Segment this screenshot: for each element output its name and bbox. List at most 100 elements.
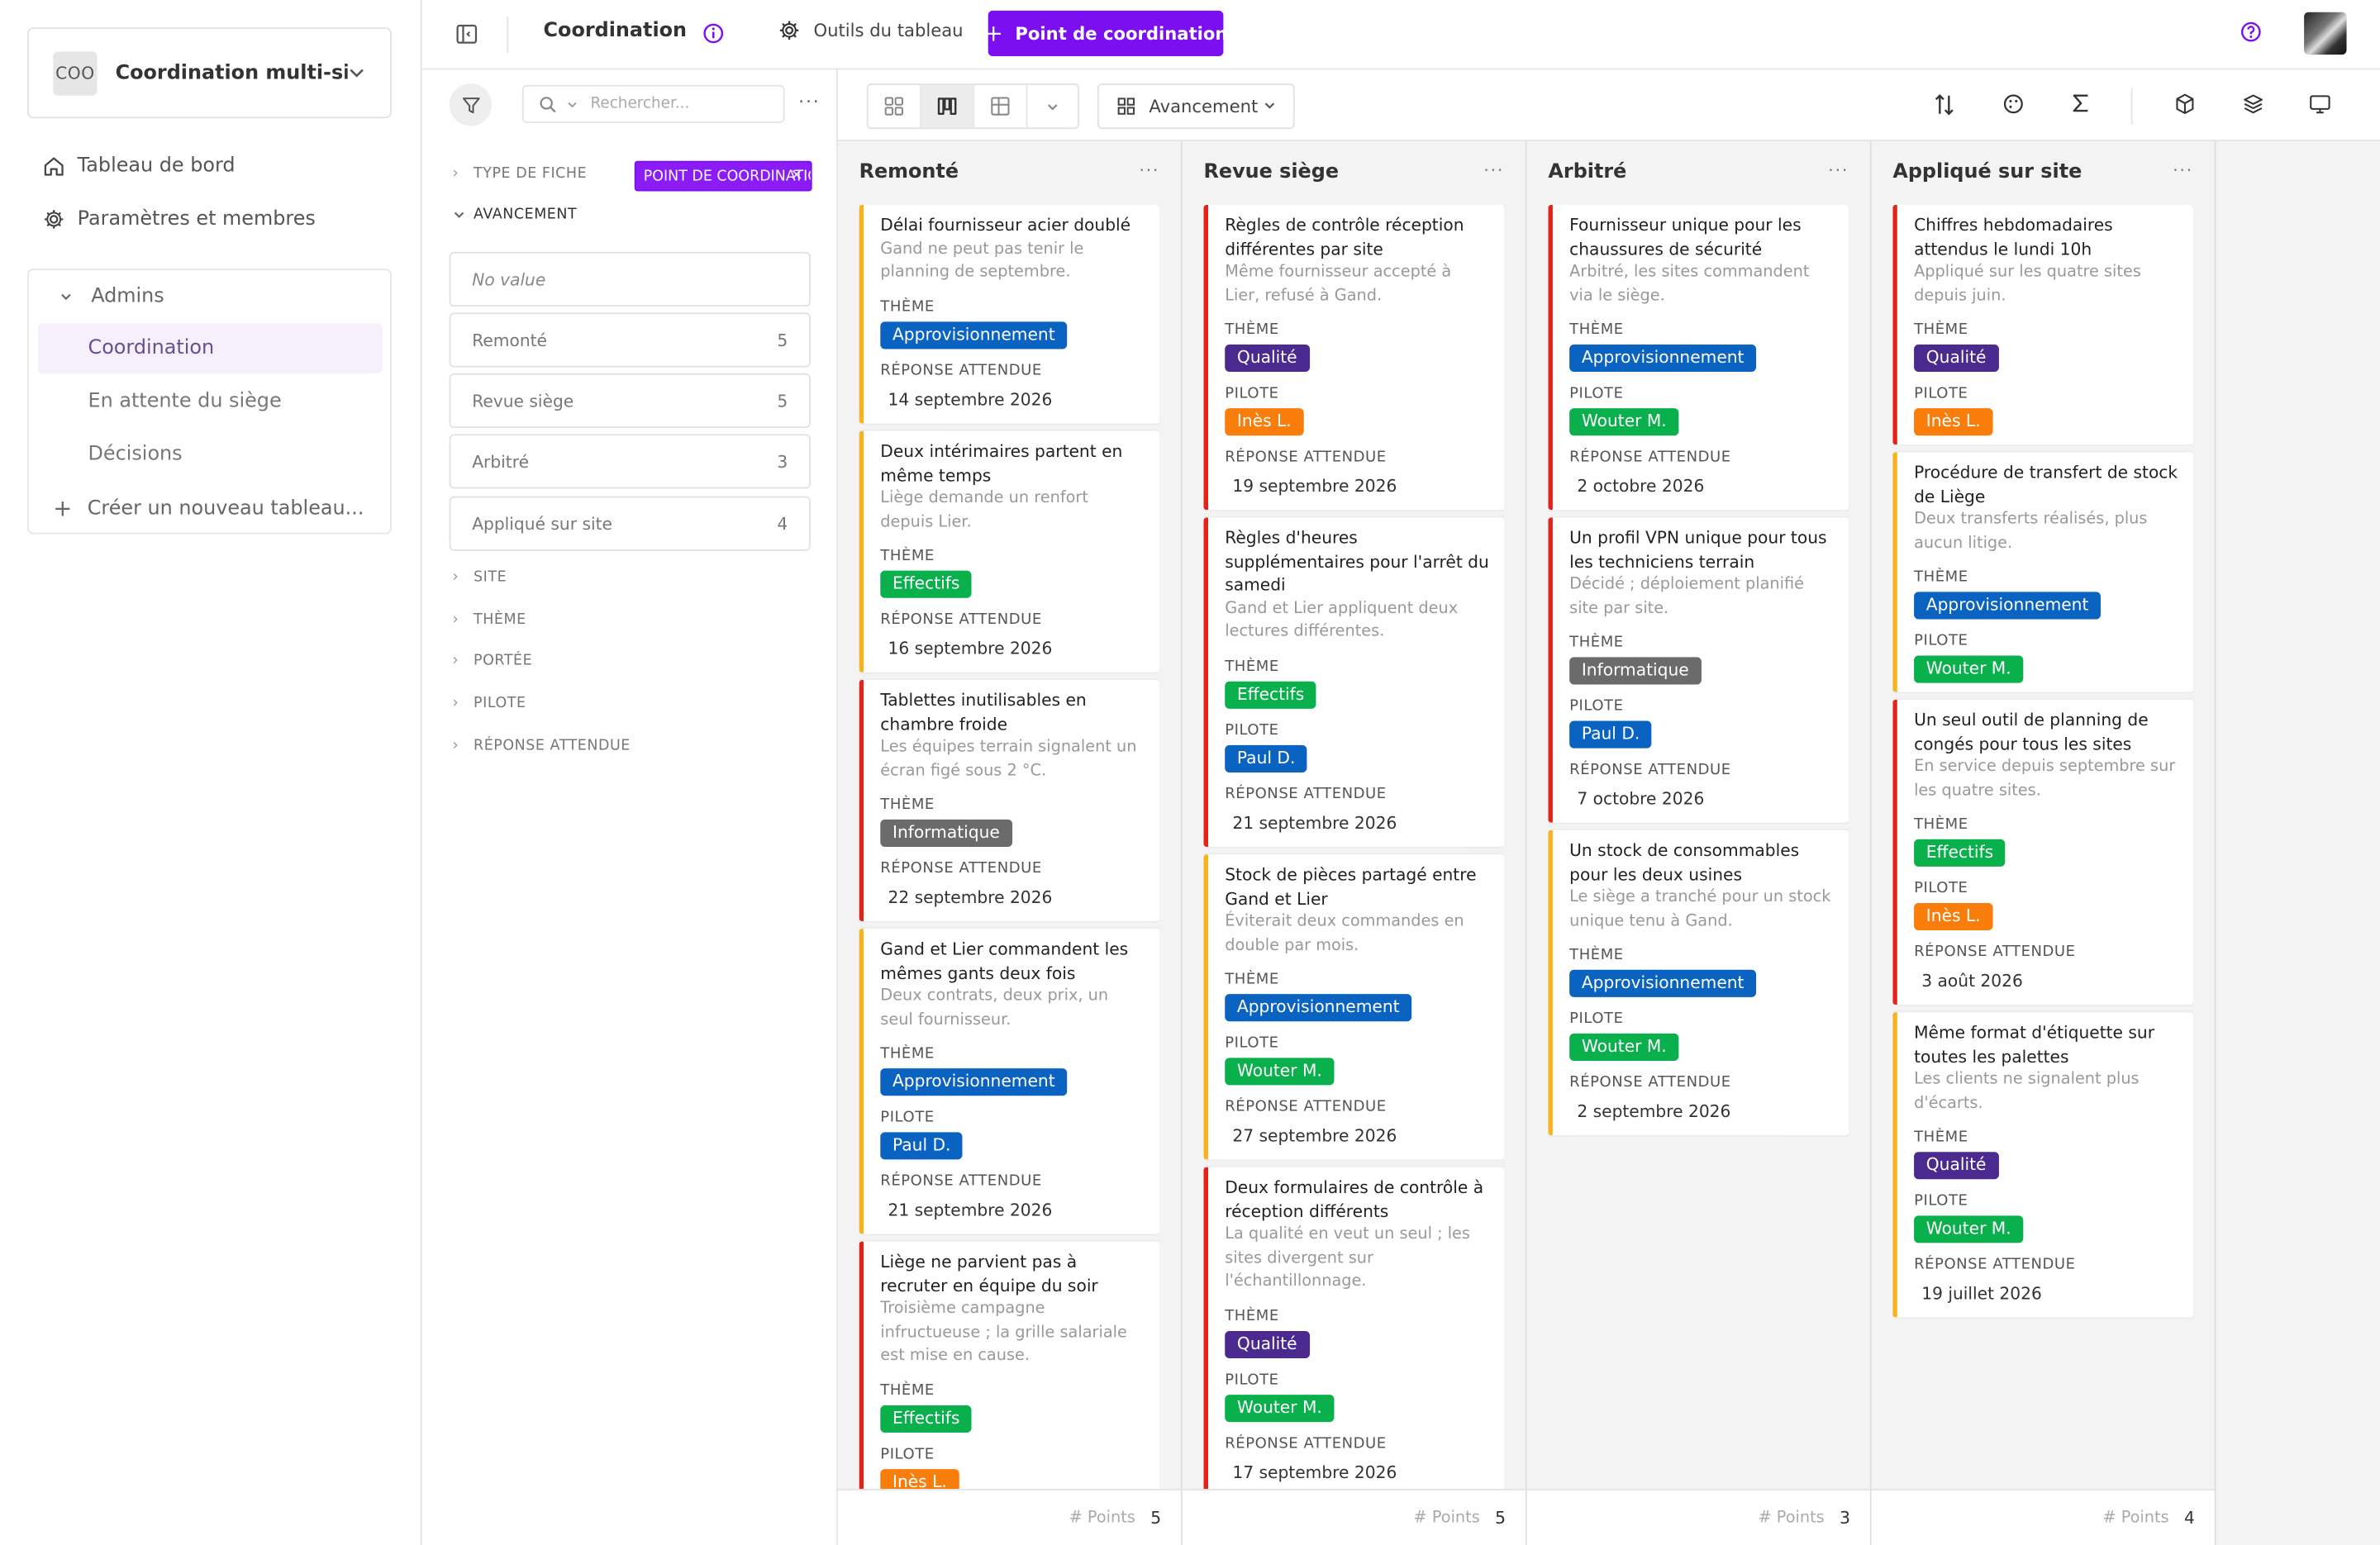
card[interactable]: Règles de contrôle réception différentes… [1203,204,1505,511]
group-by-label: Avancement [1149,95,1259,117]
filter-value-count: 5 [777,391,788,411]
filter-chip-type[interactable]: POINT DE COORDINATION × [634,160,812,192]
card-title: Procédure de transfert de stock de Liège [1914,463,2178,506]
filter-section-theme-label: THÈME [474,611,526,629]
field-label-pilot: PILOTE [1914,880,1968,897]
kanban-view-icon[interactable] [921,84,975,128]
grid-view-icon[interactable] [869,84,921,128]
filter-value-remonte[interactable]: Remonté 5 [449,312,811,368]
color-palette-icon[interactable] [2002,93,2025,116]
filter-section-status[interactable]: AVANCEMENT [452,207,577,223]
board-item-en-attente[interactable]: En attente du siège [38,377,383,427]
board-item-decisions[interactable]: Décisions [38,430,383,480]
filter-value-label: Arbitré [472,451,530,472]
board-item-coordination[interactable]: Coordination [37,323,383,373]
chevron-down-icon[interactable] [566,97,578,110]
filter-icon[interactable] [449,83,493,126]
kanban-board: Remonté ··· Délai fournisseur acier doublé… [837,140,2380,1545]
filter-value-arbitre[interactable]: Arbitré 3 [449,434,811,489]
more-options-icon[interactable]: ··· [2173,161,2193,181]
create-board-button[interactable]: + Créer un nouveau tableau... [53,495,364,522]
pilot-tag: Paul D. [1225,744,1308,772]
card[interactable]: Chiffres hebdomadaires attendus le lundi… [1892,204,2194,445]
answer-date: 16 septembre 2026 [888,639,1053,659]
workspace-switcher[interactable]: COO Coordination multi-si... [27,27,392,119]
cube-icon[interactable] [2173,93,2197,116]
group-by-select[interactable]: Avancement [1097,83,1295,130]
card[interactable]: Gand et Lier commandent les mêmes gants … [859,929,1160,1234]
filter-section-scope[interactable]: › PORTÉE [452,653,532,669]
search-field[interactable]: Rechercher... [521,84,785,123]
card[interactable]: Tablettes inutilisables en chambre froid… [859,679,1160,921]
card[interactable]: Fournisseur unique pour les chaussures d… [1548,204,1849,511]
more-options-icon[interactable]: ··· [1828,161,1849,181]
card-description: Arbitré, les sites commandent via le siè… [1569,262,1810,305]
card-description: Gand et Lier appliquent deux lectures di… [1225,598,1459,641]
filter-value-none[interactable]: No value [449,251,811,307]
card-title: Un stock de consommables pour les deux u… [1569,840,1800,884]
card[interactable]: Un profil VPN unique pour tous les techn… [1548,517,1849,823]
chevron-right-icon: › [452,737,459,754]
monitor-icon[interactable] [2309,93,2332,116]
more-options-icon[interactable]: ··· [1139,161,1159,181]
card[interactable]: Délai fournisseur acier doublé Gand ne pe… [859,204,1160,423]
board-tools-button[interactable]: Outils du tableau [778,20,964,41]
filter-section-theme[interactable]: › THÈME [452,611,526,628]
card[interactable]: Liège ne parvient pas à recruter en équi… [859,1241,1160,1489]
table-view-icon[interactable] [974,84,1028,128]
theme-tag: Approvisionnement [880,321,1068,349]
sort-icon[interactable] [1934,93,1955,116]
filter-chip-label: POINT DE COORDINATION [643,167,812,185]
card-description: Deux transferts réalisés, plus aucun lit… [1914,510,2148,552]
filter-section-pilot[interactable]: › PILOTE [452,695,526,711]
card-description: Liège demande un renfort depuis Lier. [880,488,1088,530]
filter-section-answer[interactable]: › RÉPONSE ATTENDUE [452,738,631,754]
card[interactable]: Stock de pièces partagé entre Gand et Li… [1203,854,1505,1160]
card[interactable]: Deux formulaires de contrôle à réception… [1203,1167,1505,1489]
new-item-button[interactable]: + Point de coordination [984,10,1227,56]
filter-value-revue-siege[interactable]: Revue siège 5 [449,373,811,429]
field-label-answer: RÉPONSE ATTENDUE [1569,449,1731,466]
group-icon [1117,97,1135,115]
help-icon[interactable] [2240,21,2262,43]
search-input[interactable]: Rechercher... [590,96,689,112]
close-icon[interactable]: × [790,167,802,183]
nav-settings[interactable]: Paramètres et membres [42,208,316,231]
nav-dashboard[interactable]: Tableau de bord [42,154,236,178]
chevron-right-icon: › [452,652,459,670]
answer-date: 2 octobre 2026 [1577,476,1705,497]
filter-value-applique[interactable]: Appliqué sur site 4 [449,496,811,551]
sum-icon[interactable] [2070,93,2092,114]
info-icon[interactable] [702,23,724,45]
user-avatar[interactable] [2304,12,2347,55]
field-label-pilot: PILOTE [1225,385,1279,402]
card[interactable]: Même format d'étiquette sur toutes les p… [1892,1012,2194,1318]
card[interactable]: Règles d'heures supplémentaires pour l'a… [1203,517,1505,847]
chevron-right-icon: › [452,568,459,587]
filter-section-type[interactable]: › TYPE DE FICHE [452,165,587,182]
field-label-theme: THÈME [1225,321,1279,339]
chevron-down-icon[interactable] [1027,85,1078,127]
pilot-tag: Wouter M. [1914,655,2024,683]
card-description: Les équipes terrain signalent un écran f… [880,737,1137,780]
column-footer: # Points 4 [1871,1488,2215,1545]
card-title: Liège ne parvient pas à recruter en équi… [880,1252,1098,1295]
more-options-icon[interactable]: ··· [1483,161,1504,181]
board-column: Appliqué sur site ··· Chiffres hebdomadair… [1871,140,2216,1545]
sidebar-toggle-icon[interactable] [455,23,478,46]
card[interactable]: Deux intérimaires partent en même temps L… [859,430,1160,673]
card-title: Règles de contrôle réception différentes… [1225,215,1464,259]
card[interactable]: Un stock de consommables pour les deux u… [1548,830,1849,1136]
column-title: Remonté [859,160,959,184]
card[interactable]: Un seul outil de planning de congés pour… [1892,699,2194,1005]
filter-section-site[interactable]: › SITE [452,569,507,586]
sidebar: COO Coordination multi-si... Tableau de … [0,0,422,1545]
field-label-answer: RÉPONSE ATTENDUE [880,362,1042,379]
more-options-icon[interactable]: ··· [798,91,821,112]
field-label-pilot: PILOTE [1914,1192,1968,1210]
layers-icon[interactable] [2242,93,2265,116]
pilot-tag: Wouter M. [1569,1033,1679,1061]
admins-group-toggle[interactable]: Admins [60,285,164,308]
card[interactable]: Procédure de transfert de stock de Liège… [1892,452,2194,692]
card-title: Deux formulaires de contrôle à réception… [1225,1177,1484,1221]
